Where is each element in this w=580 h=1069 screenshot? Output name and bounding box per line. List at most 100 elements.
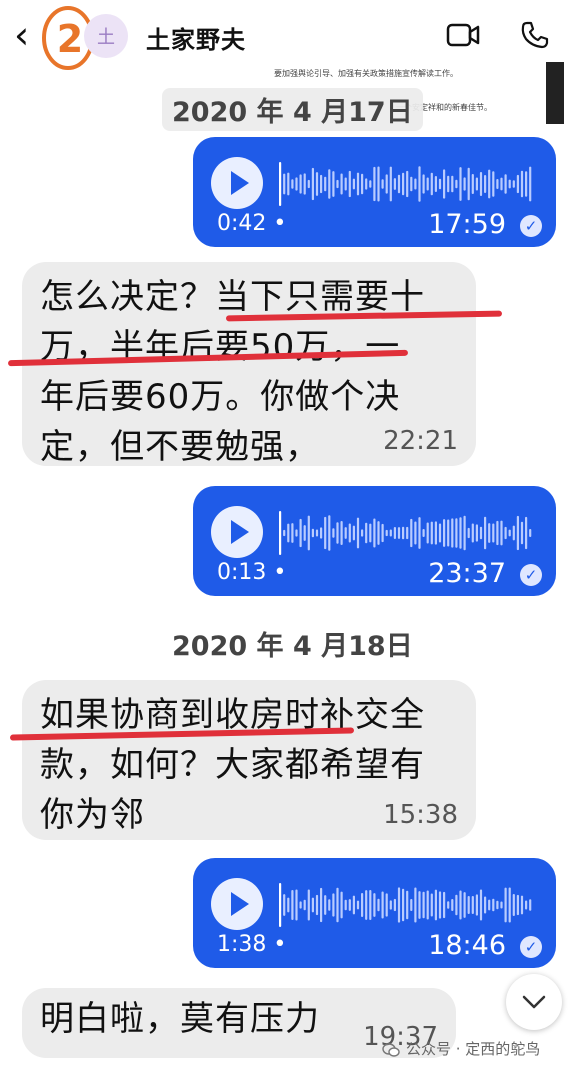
- waveform-bar: [287, 523, 290, 543]
- waveform-bar: [459, 517, 462, 549]
- message-text: 怎么决定？当下只需要十 万，半年后要50万，一 年后要60万。你做个决 定，但不…: [40, 272, 425, 472]
- avatar-text: 土: [97, 27, 115, 48]
- waveform-bar: [492, 523, 495, 543]
- waveform-bar: [397, 527, 401, 539]
- waveform-bar: [283, 529, 286, 537]
- voice-message[interactable]: 0:42 • 17:59 ✓: [193, 137, 556, 247]
- waveform-bar: [463, 515, 466, 551]
- message-line: 明白啦，莫有压力: [40, 999, 320, 1039]
- waveform-bar: [520, 521, 524, 545]
- contact-name[interactable]: 土家野夫: [146, 20, 246, 55]
- waveform-bar: [295, 529, 298, 537]
- message-line: 你为邻: [40, 795, 145, 835]
- voice-duration: 1:38 •: [217, 932, 287, 957]
- waveform-bar: [406, 170, 409, 198]
- waveform-bar: [414, 521, 417, 545]
- waveform-bar: [385, 893, 388, 917]
- waveform-bar: [377, 166, 380, 202]
- scroll-down-button[interactable]: [506, 974, 562, 1030]
- waveform-bar: [410, 518, 413, 548]
- waveform-bar: [348, 523, 351, 543]
- waveform-bar: [512, 180, 515, 188]
- waveform-bar: [451, 518, 454, 548]
- waveform-bar: [389, 900, 392, 910]
- waveform-bar: [324, 516, 327, 550]
- waveform-bar: [463, 892, 466, 918]
- waveform-bar: [385, 529, 388, 537]
- waveform-bar: [520, 895, 524, 915]
- waveform-bar: [320, 527, 323, 539]
- play-icon[interactable]: [211, 506, 263, 558]
- back-chevron-icon[interactable]: ‹: [14, 16, 29, 54]
- waveform-bar: [287, 897, 290, 913]
- waveform-bar: [369, 890, 372, 920]
- waveform-bar: [315, 529, 319, 537]
- waveform-bar: [389, 529, 392, 537]
- waveform-bar: [488, 169, 491, 199]
- document-edge: [546, 62, 556, 124]
- waveform-bar: [344, 527, 347, 539]
- waveform-bar: [508, 529, 511, 537]
- waveform-bar: [328, 169, 331, 199]
- waveform-bar: [311, 528, 314, 538]
- waveform-bar: [406, 526, 409, 540]
- waveform-bar: [361, 892, 364, 918]
- voice-message[interactable]: 0:13 • 23:37 ✓: [193, 486, 556, 596]
- waveform-bar: [451, 175, 454, 193]
- waveform-bar: [447, 901, 450, 909]
- waveform-bar: [361, 529, 364, 537]
- waveform-bar: [467, 527, 470, 539]
- waveform-bar: [303, 899, 306, 911]
- waveform-bar: [426, 890, 429, 920]
- waveform-bar: [283, 173, 286, 195]
- waveform-bar: [443, 169, 446, 199]
- waveform-bar: [422, 891, 425, 919]
- waveform-icon: [279, 162, 532, 206]
- wechat-icon: [382, 1042, 400, 1057]
- waveform-bar: [492, 171, 495, 197]
- text-message[interactable]: 如果协商到收房时补交全 款，如何？大家都希望有 你为邻 15:38: [22, 680, 476, 840]
- waveform-bar: [356, 517, 360, 549]
- waveform-bar: [443, 891, 446, 919]
- video-call-icon[interactable]: [446, 22, 480, 48]
- waveform-bar: [336, 179, 339, 189]
- waveform-bar: [516, 174, 519, 194]
- waveform-bar: [438, 523, 442, 543]
- read-check-icon: ✓: [520, 564, 542, 586]
- waveform-bar: [365, 178, 368, 190]
- waveform-bar: [500, 901, 503, 909]
- play-icon[interactable]: [211, 157, 263, 209]
- waveform-bar: [479, 889, 483, 921]
- waveform-bar: [430, 521, 433, 545]
- waveform-bar: [508, 887, 511, 923]
- avatar[interactable]: 土: [84, 14, 128, 58]
- waveform-bar: [447, 519, 450, 547]
- message-text: 如果协商到收房时补交全 款，如何？大家都希望有 你为邻: [40, 690, 425, 840]
- watermark: 公众号 · 定西的鸵鸟: [382, 1038, 540, 1059]
- waveform-bar: [438, 178, 442, 190]
- waveform-bar: [463, 177, 466, 191]
- waveform-bar: [328, 899, 331, 911]
- voice-message[interactable]: 1:38 • 18:46 ✓: [193, 858, 556, 968]
- waveform-bar: [418, 166, 421, 202]
- watermark-text: 公众号 · 定西的鸵鸟: [406, 1040, 541, 1058]
- waveform-bar: [525, 516, 528, 550]
- waveform-bar: [475, 524, 478, 542]
- waveform-bar: [352, 525, 355, 541]
- waveform-bar: [455, 179, 458, 189]
- waveform-bar: [406, 890, 409, 920]
- waveform-bar: [307, 179, 310, 189]
- waveform-bar: [377, 521, 380, 545]
- message-time: 23:37: [428, 558, 506, 589]
- phone-call-icon[interactable]: [520, 20, 550, 50]
- waveform-bar: [471, 895, 474, 915]
- waveform-bar: [475, 894, 478, 916]
- waveform-bar: [369, 523, 372, 543]
- play-icon[interactable]: [211, 878, 263, 930]
- waveform-bar: [422, 174, 425, 194]
- waveform-bar: [332, 528, 335, 538]
- waveform-icon: [279, 883, 532, 927]
- waveform-bar: [438, 891, 442, 919]
- waveform-bar: [291, 890, 294, 920]
- waveform-bar: [336, 887, 339, 923]
